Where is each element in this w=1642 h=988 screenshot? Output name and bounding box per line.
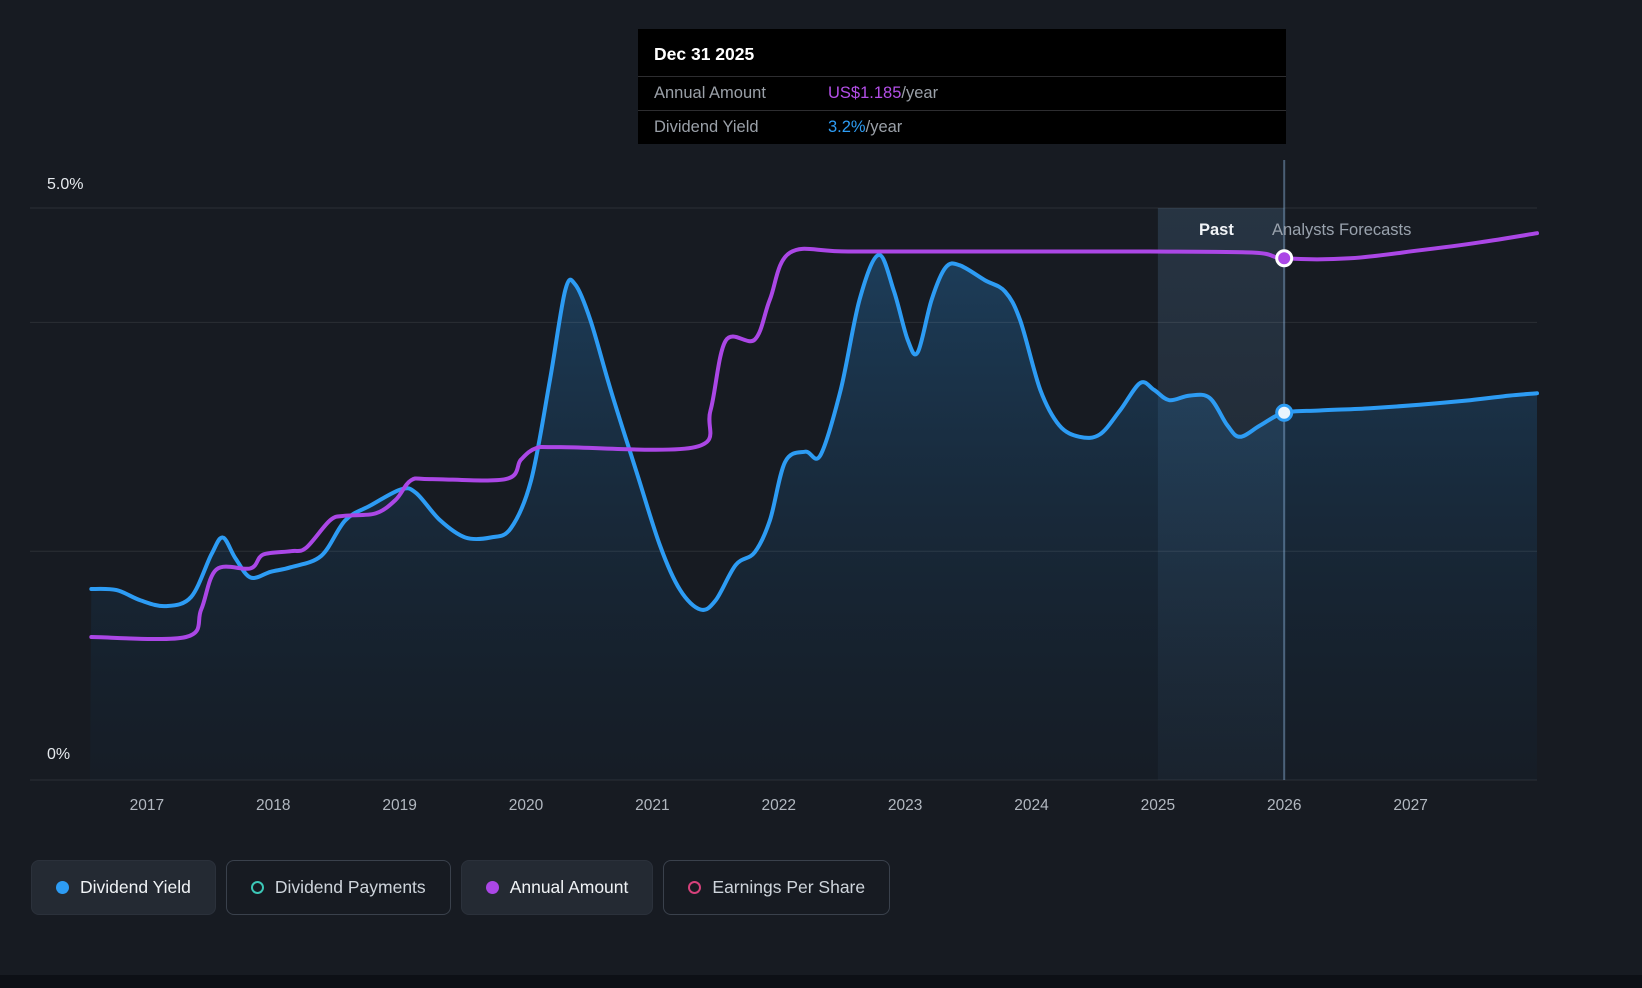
tooltip-label-dividend-yield: Dividend Yield [654,118,759,136]
annual-amount-marker [1275,249,1294,268]
x-axis-label: 2023 [887,797,923,814]
legend: Dividend Yield Dividend Payments Annual Am… [31,860,891,915]
dividend-history-chart-widget: 5.0% 0% 2017 2018 2019 2020 2021 2022 2023 2024… [0,0,1642,988]
legend-label: Dividend Yield [80,877,191,897]
hollow-dot-icon [250,881,264,894]
y-axis-label-bottom: 0% [47,746,71,763]
hollow-dot-icon [688,881,702,894]
tooltip-row-annual-amount: Annual Amount US$1.185/year [638,77,1286,111]
annotation-forecast: Analysts Forecasts [1272,221,1412,239]
chart-tooltip: Dec 31 2025 Annual Amount US$1.185/year … [638,29,1286,144]
x-axis-label: 2026 [1266,797,1302,814]
legend-label: Earnings Per Share [712,877,866,897]
x-axis-label: 2022 [761,797,796,814]
legend-item-dividend-payments[interactable]: Dividend Payments [225,860,451,915]
tooltip-value-dividend-yield: 3.2% [828,118,866,136]
filled-dot-icon [485,881,499,894]
y-axis-label-top: 5.0% [47,176,84,193]
tooltip-label-annual-amount: Annual Amount [654,84,766,102]
tooltip-row-dividend-yield: Dividend Yield 3.2%/year [638,111,1286,144]
dividend-yield-area [90,254,1537,780]
filled-dot-icon [56,881,69,894]
tooltip-date: Dec 31 2025 [638,29,1286,77]
annotation-past: Past [1199,221,1234,239]
x-axis-label: 2025 [1140,797,1176,814]
x-axis-label: 2021 [635,797,670,814]
x-axis-label: 2017 [129,797,165,814]
x-axis-label: 2019 [382,797,417,814]
legend-label: Annual Amount [509,877,629,897]
legend-label: Dividend Payments [274,877,426,897]
tooltip-suffix-annual-amount: /year [901,84,939,102]
x-axis-label: 2018 [255,797,291,814]
x-axis-label: 2020 [508,797,544,814]
legend-item-earnings-per-share[interactable]: Earnings Per Share [663,860,891,915]
x-axis-label: 2024 [1014,797,1049,814]
tooltip-suffix-dividend-yield: /year [865,118,903,136]
tooltip-value-annual-amount: US$1.185 [828,84,902,102]
legend-item-dividend-yield[interactable]: Dividend Yield [31,860,216,915]
x-axis-label: 2027 [1393,797,1428,814]
bottom-strip [0,975,1642,988]
dividend-yield-marker [1275,403,1294,422]
legend-item-annual-amount[interactable]: Annual Amount [460,860,654,915]
